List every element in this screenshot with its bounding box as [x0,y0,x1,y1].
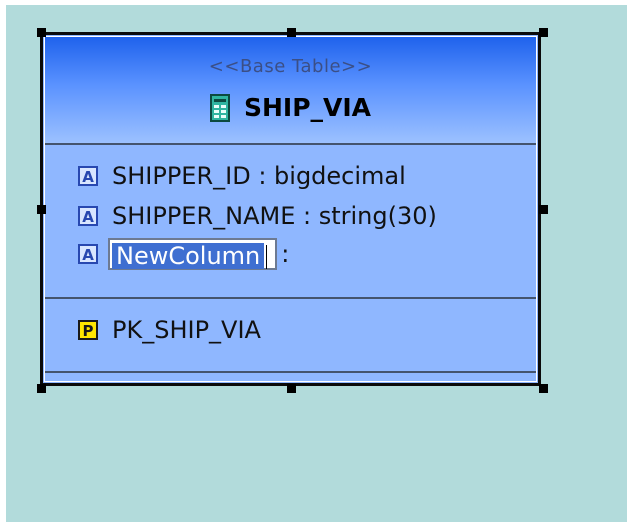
column-type-separator: : [281,240,290,268]
text-caret [266,245,268,269]
attribute-icon: A [78,166,98,186]
column-label: SHIPPER_NAME : string(30) [112,202,437,230]
key-row[interactable]: P PK_SHIP_VIA [78,316,261,344]
resize-handle-bottom[interactable] [287,384,296,393]
entity-name: SHIP_VIA [243,93,372,122]
entity-header: <<Base Table>> SHIP_VIA [45,37,536,143]
column-row-editing[interactable]: A NewColumn : [78,238,289,270]
resize-handle-top-right[interactable] [539,28,548,37]
resize-handle-top[interactable] [287,28,296,37]
column-name-input[interactable]: NewColumn [112,243,265,269]
entity-stereotype: <<Base Table>> [208,56,373,77]
attribute-icon: A [78,244,98,264]
key-label: PK_SHIP_VIA [112,316,261,344]
resize-handle-right[interactable] [539,205,548,214]
entity-title-row: SHIP_VIA [45,93,536,122]
resize-handle-top-left[interactable] [37,28,46,37]
resize-handle-bottom-right[interactable] [539,384,548,393]
column-label: SHIPPER_ID : bigdecimal [112,162,406,190]
resize-handle-left[interactable] [37,205,46,214]
resize-handle-bottom-left[interactable] [37,384,46,393]
column-row[interactable]: A SHIPPER_ID : bigdecimal [78,162,406,190]
column-name-editor[interactable]: NewColumn [108,238,278,270]
header-divider [45,143,536,145]
columns-divider [45,297,536,299]
table-icon [209,93,230,122]
keys-divider [45,371,536,373]
entity-ship-via[interactable]: <<Base Table>> SHIP_VIA A SHIPPER_ID : b… [40,32,541,386]
attribute-icon: A [78,206,98,226]
primary-key-icon: P [78,320,98,340]
column-row[interactable]: A SHIPPER_NAME : string(30) [78,202,437,230]
